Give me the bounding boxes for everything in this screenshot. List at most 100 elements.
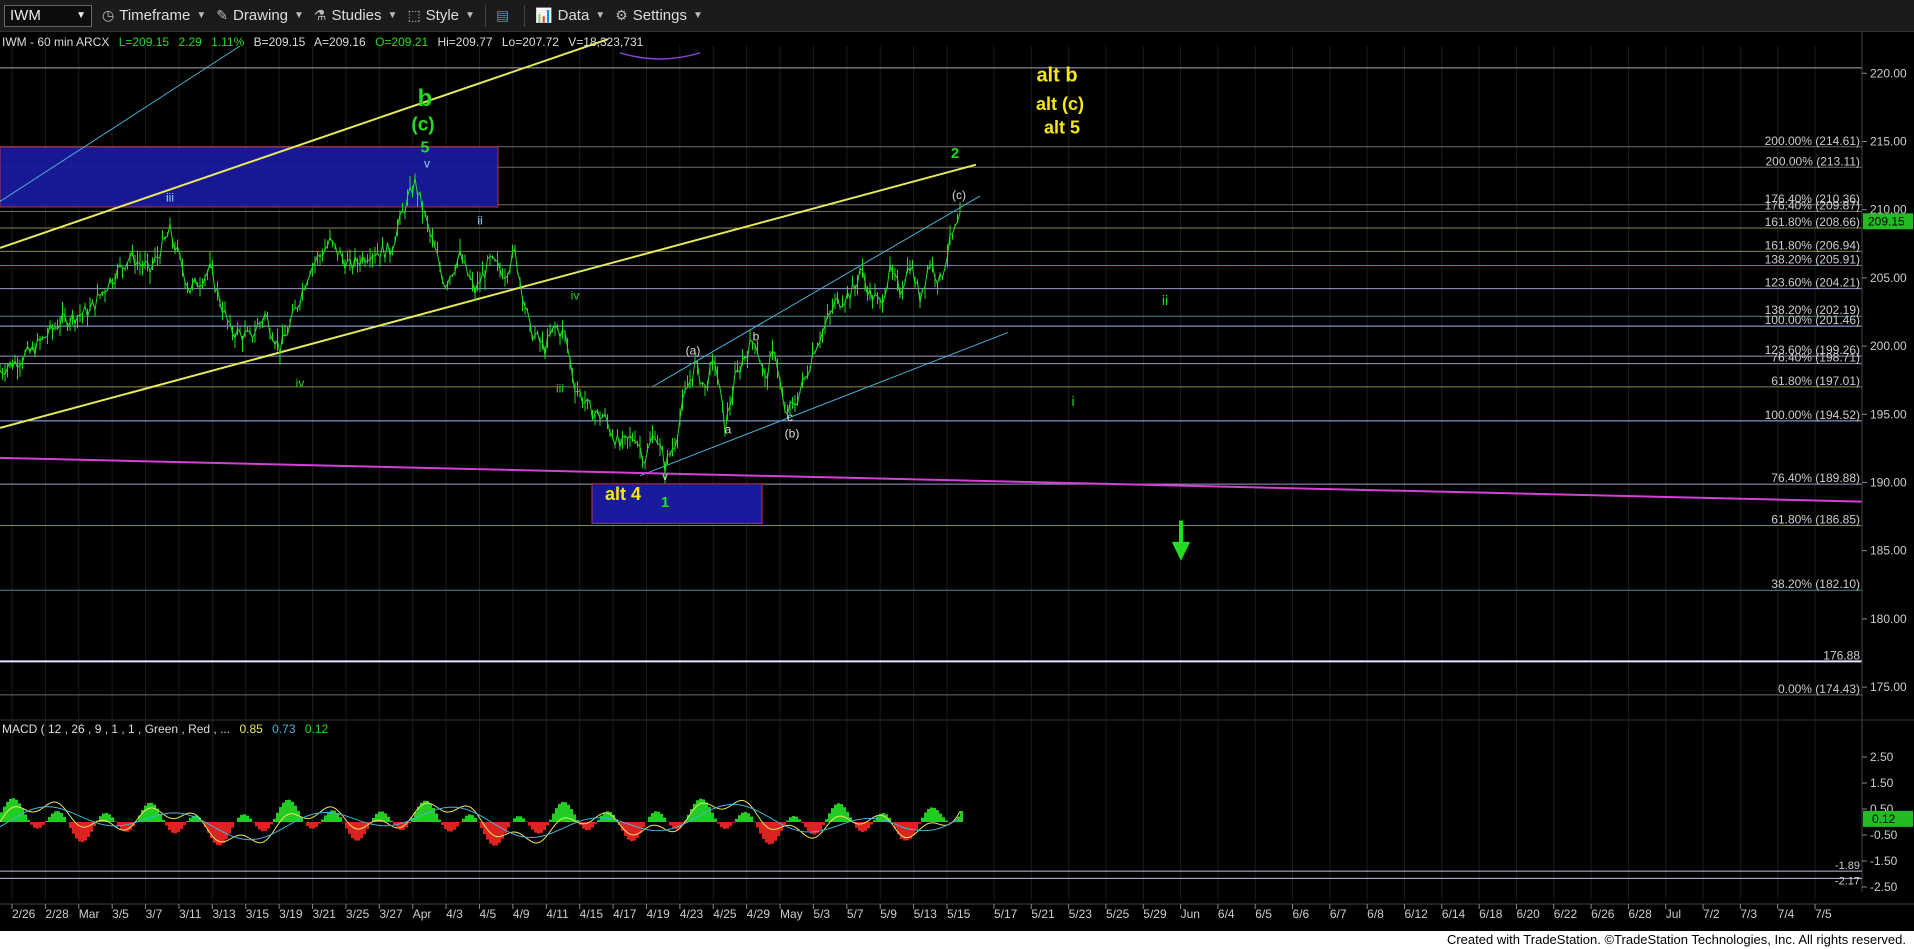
macd-value-1: 0.85 [239, 722, 263, 736]
x-tick-label: Jul [1666, 907, 1681, 921]
header-bid: B=209.15 [254, 35, 306, 49]
settings-label: Settings [632, 7, 687, 24]
x-tick-label: 5/21 [1031, 907, 1055, 921]
macd-histogram-bar [33, 822, 36, 828]
chevron-down-icon: ▼ [76, 10, 86, 21]
x-tick-label: 7/2 [1703, 907, 1720, 921]
macd-histogram-bar [648, 816, 651, 822]
fib-label: 176.88 [1823, 648, 1860, 662]
header-last: L=209.15 [119, 35, 170, 49]
macd-histogram-bar [186, 821, 189, 822]
macd-histogram-bar [711, 812, 714, 822]
macd-histogram-bar [465, 815, 468, 822]
timeframe-button[interactable]: ◷ Timeframe ▼ [102, 7, 206, 24]
macd-histogram-bar [261, 822, 264, 832]
macd-histogram-bar [714, 818, 717, 822]
macd-histogram-bar [675, 822, 678, 830]
macd-histogram-bar [642, 822, 645, 828]
x-tick-label: 6/4 [1218, 907, 1235, 921]
chevron-down-icon: ▼ [196, 10, 207, 21]
macd-histogram-bar [543, 822, 546, 831]
symbol-selector[interactable]: IWM ▼ [4, 4, 92, 27]
macd-label: MACD ( 12 , 26 , 9 , 1 , 1 , Green , Red… [2, 722, 230, 736]
macd-histogram-bar [237, 817, 240, 822]
macd-histogram-bar [54, 811, 57, 822]
macd-histogram-bar [513, 818, 516, 822]
macd-histogram-bar [240, 814, 243, 822]
wave-label: b [753, 330, 760, 344]
fib-label: 76.40% (189.88) [1771, 471, 1860, 485]
x-tick-label: 4/25 [713, 907, 737, 921]
x-tick-label: 6/26 [1591, 907, 1615, 921]
clock-icon: ◷ [102, 7, 115, 23]
wave-label: iv [296, 376, 305, 390]
macd-histogram-bar [519, 816, 522, 822]
macd-histogram-bar [408, 822, 411, 824]
drawing-button[interactable]: ✎ Drawing ▼ [216, 7, 304, 24]
macd-histogram-bar [792, 815, 795, 822]
macd-histogram-bar [741, 812, 744, 822]
x-tick-label: 4/29 [747, 907, 771, 921]
x-tick-label: 7/3 [1740, 907, 1757, 921]
macd-histogram-bar [426, 800, 429, 822]
studies-button[interactable]: ⚗ Studies ▼ [314, 7, 398, 24]
x-tick-label: 3/7 [146, 907, 163, 921]
macd-histogram-bar [747, 813, 750, 822]
macd-histogram-bar [246, 815, 249, 822]
macd-histogram-bar [264, 822, 267, 831]
data-button[interactable]: 📊 Data ▼ [535, 7, 605, 24]
wave-label: c [787, 410, 793, 424]
macd-histogram-bar [807, 822, 810, 832]
macd-histogram-bar [846, 811, 849, 822]
header-pct: 1.11% [211, 35, 244, 49]
x-tick-label: 7/5 [1815, 907, 1832, 921]
chevron-down-icon: ▼ [294, 10, 304, 21]
macd-histogram-bar [228, 822, 231, 834]
macd-histogram-bar [699, 798, 702, 822]
macd-histogram-bar [825, 819, 828, 822]
y-tick-label: 205.00 [1870, 271, 1907, 285]
timeframe-label: Timeframe [119, 7, 191, 24]
macd-histogram-bar [9, 798, 12, 822]
macd-histogram-bar [147, 803, 150, 822]
price-chart[interactable]: 200.00% (214.61)200.00% (213.11)176.40% … [0, 32, 1914, 929]
x-tick-label: 7/4 [1778, 907, 1795, 921]
wave-label: 5 [421, 139, 430, 156]
chevron-down-icon: ▼ [692, 10, 703, 21]
x-tick-label: 5/25 [1106, 907, 1130, 921]
macd-level-label: -2.17 [1835, 875, 1860, 887]
wave-label: alt 5 [1044, 117, 1080, 137]
macd-histogram-bar [333, 810, 336, 822]
macd-histogram-bar [267, 822, 270, 829]
macd-histogram-bar [18, 803, 21, 822]
macd-histogram-bar [255, 822, 258, 827]
macd-histogram-bar [837, 803, 840, 822]
x-tick-label: 3/5 [112, 907, 129, 921]
chevron-down-icon: ▼ [595, 10, 606, 21]
header-volume: V=18,323,731 [568, 35, 643, 49]
macd-histogram-bar [117, 822, 120, 826]
flask-icon: ⚗ [313, 7, 327, 23]
macd-histogram-bar [258, 822, 261, 830]
macd-histogram-bar [822, 822, 825, 826]
macd-histogram-bar [474, 817, 477, 822]
settings-button[interactable]: ⚙ Settings ▼ [615, 7, 703, 24]
macd-value-2: 0.73 [272, 722, 296, 736]
x-tick-label: 3/25 [346, 907, 370, 921]
layout-button[interactable]: ▤ [496, 7, 514, 24]
pencil-icon: ✎ [216, 7, 228, 23]
macd-histogram-bar [942, 817, 945, 822]
macd-histogram-bar [87, 822, 90, 837]
x-tick-label: 5/3 [813, 907, 830, 921]
macd-histogram-bar [624, 822, 627, 836]
style-button[interactable]: ⬚ Style ▼ [407, 7, 475, 24]
macd-histogram-bar [768, 822, 771, 845]
fib-label: 161.80% (206.94) [1765, 238, 1860, 252]
wave-label: v [424, 156, 430, 170]
macd-histogram-bar [708, 807, 711, 822]
header-symbol: IWM - 60 min ARCX [2, 35, 109, 49]
chevron-down-icon: ▼ [387, 10, 398, 21]
chart-header: IWM - 60 min ARCX L=209.15 2.29 1.11% B=… [2, 35, 644, 49]
macd-histogram-bar [165, 822, 168, 826]
macd-histogram-bar [774, 822, 777, 841]
